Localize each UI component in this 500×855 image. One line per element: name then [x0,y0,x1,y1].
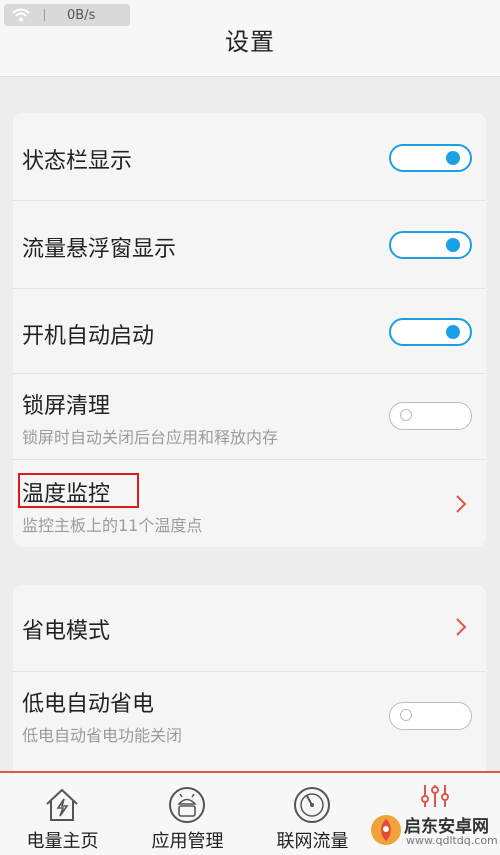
setting-description: 锁屏时自动关闭后台应用和释放内存 [22,428,279,447]
toggle-knob [446,325,460,339]
network-speed: 0B/s [67,7,96,23]
setting-low-battery-auto-save[interactable]: 低电自动省电 低电自动省电功能关闭 [13,672,486,760]
toggle-switch-on[interactable] [389,231,472,259]
setting-label: 状态栏显示 [22,149,133,174]
toggle-knob [400,409,412,421]
tab-label: 联网流量 [276,831,349,852]
settings-sliders-icon [421,785,449,807]
battery-house-icon [46,788,78,821]
setting-temperature-monitor[interactable]: 温度监控 监控主板上的11个温度点 [13,460,486,547]
toggle-knob [446,238,460,252]
setting-power-saving-mode[interactable]: 省电模式 [13,585,486,672]
page-title: 设置 [225,28,275,56]
settings-card-general: 状态栏显示 流量悬浮窗显示 开机自动启动 锁屏清理 锁屏时自动关闭后台应用和释放… [13,113,486,547]
watermark-logo-icon [371,815,401,845]
watermark-url: www.qdltdq.com [406,834,498,847]
android-icon [169,787,205,823]
toggle-switch-on[interactable] [389,144,472,172]
tab-label: 应用管理 [151,831,224,852]
setting-label: 低电自动省电 [22,692,155,717]
setting-description: 低电自动省电功能关闭 [22,726,183,745]
setting-label: 流量悬浮窗显示 [22,237,177,262]
toggle-switch-off[interactable] [389,702,472,730]
status-separator [44,9,45,21]
tab-network-traffic[interactable]: 联网流量 [250,773,375,855]
toggle-switch-off[interactable] [389,402,472,430]
setting-autostart[interactable]: 开机自动启动 [13,289,486,374]
settings-card-power: 省电模式 低电自动省电 低电自动省电功能关闭 [13,585,486,771]
setting-lockscreen-clean[interactable]: 锁屏清理 锁屏时自动关闭后台应用和释放内存 [13,374,486,460]
tab-battery-home[interactable]: 电量主页 [0,773,125,855]
wifi-icon [12,8,30,22]
setting-floating-window[interactable]: 流量悬浮窗显示 [13,201,486,289]
header-bar: 0B/s 设置 [0,0,500,77]
setting-statusbar-display[interactable]: 状态栏显示 [13,113,486,201]
site-watermark: 启东安卓网 www.qdltdq.com [368,810,500,853]
setting-label: 开机自动启动 [22,324,155,349]
setting-label: 温度监控 [22,482,111,507]
tab-label: 电量主页 [26,831,99,852]
speedometer-icon [294,787,330,823]
toggle-switch-on[interactable] [389,318,472,346]
chevron-right-icon [456,495,467,513]
tab-app-management[interactable]: 应用管理 [125,773,250,855]
toggle-knob [446,151,460,165]
chevron-right-icon [456,618,467,636]
toggle-knob [400,709,412,721]
setting-label: 锁屏清理 [22,394,111,419]
setting-label: 省电模式 [22,619,111,644]
setting-description: 监控主板上的11个温度点 [22,516,203,535]
